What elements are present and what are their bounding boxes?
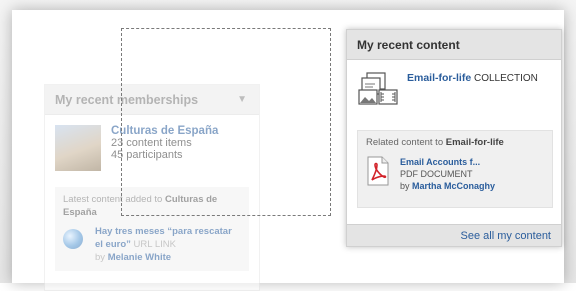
related-item-author: by Martha McConaghy	[400, 181, 495, 191]
recent-item-details: Email-for-life COLLECTION	[407, 72, 538, 112]
group-photo-icon[interactable]	[55, 125, 101, 171]
related-author-link[interactable]: Martha McConaghy	[412, 181, 495, 191]
latest-by-prefix: by	[95, 252, 106, 263]
related-content-box: Related content to Email-for-life Email …	[357, 130, 553, 208]
recent-content-widget[interactable]: My recent content Email-for-life COLLECT…	[346, 29, 562, 247]
collection-icon	[357, 70, 399, 110]
see-all-content-link[interactable]: See all my content	[461, 230, 552, 242]
recent-content-footer: See all my content	[347, 224, 561, 246]
globe-icon	[63, 229, 83, 249]
recent-content-header[interactable]: My recent content	[347, 30, 561, 60]
latest-author-link[interactable]: Melanie White	[108, 252, 171, 263]
latest-content-details: Hay tres meses “para rescatar el euro” U…	[95, 225, 241, 264]
related-item-link[interactable]: Email Accounts f...	[400, 156, 495, 168]
drop-target-placeholder[interactable]	[121, 28, 331, 216]
latest-content-item: Hay tres meses “para rescatar el euro” U…	[63, 225, 241, 264]
pdf-icon	[366, 156, 390, 186]
recent-item-link[interactable]: Email-for-life	[407, 72, 471, 84]
latest-content-type: URL LINK	[133, 239, 176, 250]
latest-content-author: by Melanie White	[95, 252, 171, 263]
related-by-prefix: by	[400, 181, 410, 191]
related-item-type: PDF DOCUMENT	[400, 169, 473, 179]
related-item-details: Email Accounts f... PDF DOCUMENT by Mart…	[400, 156, 495, 192]
related-content-item: Email Accounts f... PDF DOCUMENT by Mart…	[366, 156, 544, 192]
recent-content-item: Email-for-life COLLECTION	[347, 60, 561, 112]
related-caption-prefix: Related content to	[366, 137, 444, 148]
recent-content-title: My recent content	[357, 37, 460, 52]
recent-item-type: COLLECTION	[473, 73, 538, 84]
related-content-caption: Related content to Email-for-life	[366, 137, 544, 148]
related-caption-target: Email-for-life	[445, 137, 504, 148]
